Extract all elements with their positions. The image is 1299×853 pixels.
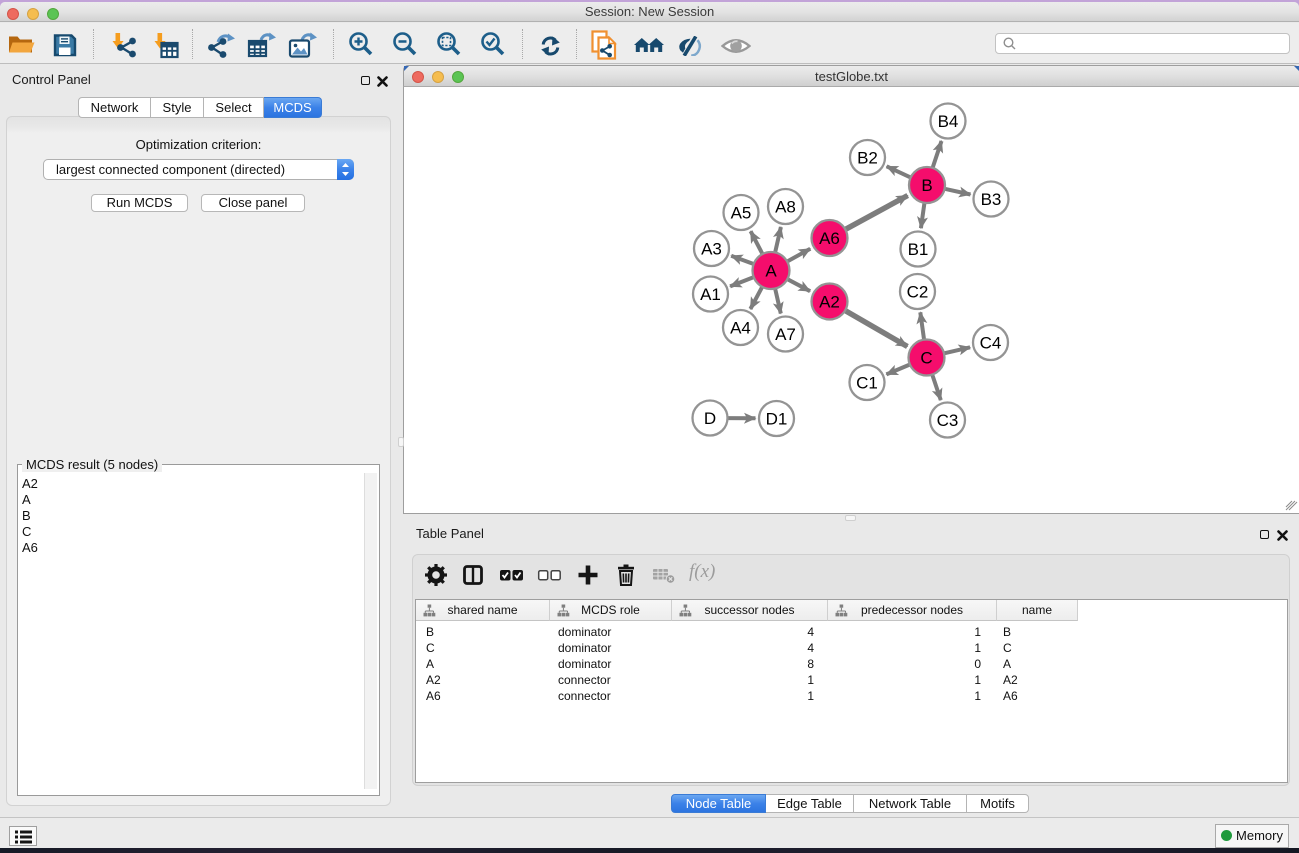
- svg-text:A8: A8: [775, 198, 796, 217]
- svg-text:B4: B4: [938, 112, 959, 131]
- svg-text:A: A: [765, 262, 777, 281]
- svg-text:B2: B2: [857, 149, 878, 168]
- svg-text:A6: A6: [819, 229, 840, 248]
- svg-text:D1: D1: [766, 410, 788, 429]
- svg-text:A5: A5: [731, 204, 752, 223]
- svg-text:C: C: [920, 349, 932, 368]
- svg-text:D: D: [704, 409, 716, 428]
- svg-text:C3: C3: [937, 411, 959, 430]
- svg-text:C1: C1: [856, 374, 878, 393]
- svg-text:A4: A4: [730, 319, 751, 338]
- svg-text:A1: A1: [700, 285, 721, 304]
- svg-text:A3: A3: [701, 240, 722, 259]
- svg-text:B1: B1: [908, 240, 929, 259]
- svg-text:B: B: [921, 176, 932, 195]
- svg-text:B3: B3: [981, 190, 1002, 209]
- svg-text:C2: C2: [907, 283, 929, 302]
- svg-text:A2: A2: [819, 293, 840, 312]
- svg-text:A7: A7: [775, 325, 796, 344]
- svg-text:C4: C4: [980, 334, 1002, 353]
